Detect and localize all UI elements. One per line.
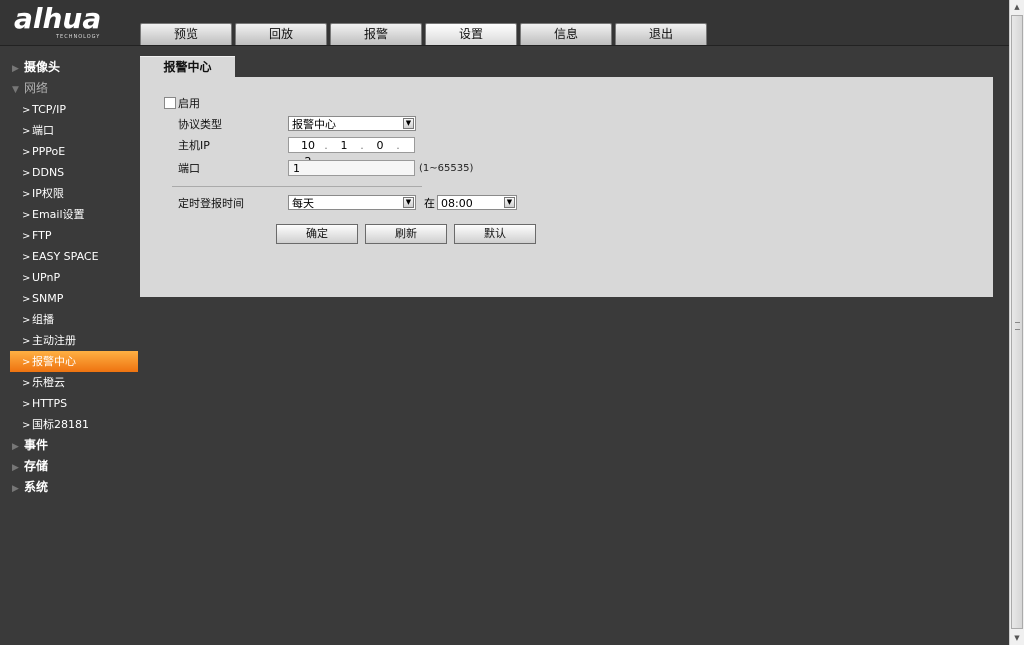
schedule-time-select[interactable]: 08:00 ▼ <box>437 195 517 210</box>
expand-arrow-icon: ▶ <box>12 442 19 452</box>
schedule-label: 定时登报时间 <box>178 197 244 210</box>
page: alhua TECHNOLOGY 预览 回放 报警 设置 信息 退出 ▶ 摄像头 … <box>0 0 1009 645</box>
alarm-center-panel: 启用 协议类型 报警中心 ▼ 主机IP 10.1.0.2 端口 1 (1~655… <box>140 77 993 297</box>
chevron-right-icon: > <box>22 168 31 179</box>
chevron-right-icon: > <box>22 336 31 347</box>
sidebar-item-ddns[interactable]: > DDNS <box>0 162 140 183</box>
sidebar-item-snmp[interactable]: > SNMP <box>0 288 140 309</box>
scroll-up-arrow-icon[interactable]: ▲ <box>1010 0 1024 14</box>
ok-button[interactable]: 确定 <box>276 224 358 244</box>
sidebar-item-alarm-center[interactable]: > 报警中心 <box>10 351 138 372</box>
sidebar-item-easy-space[interactable]: > EASY SPACE <box>0 246 140 267</box>
protocol-select[interactable]: 报警中心 ▼ <box>288 116 416 131</box>
schedule-row: 定时登报时间 每天 ▼ 在 08:00 ▼ <box>140 195 540 213</box>
schedule-day-select[interactable]: 每天 ▼ <box>288 195 416 210</box>
sidebar-group-event[interactable]: ▶ 事件 <box>0 435 140 456</box>
port-field[interactable]: 1 <box>288 160 415 176</box>
refresh-button[interactable]: 刷新 <box>365 224 447 244</box>
chevron-right-icon: > <box>22 147 31 158</box>
enable-row: 启用 <box>140 95 440 113</box>
sidebar-item-port[interactable]: > 端口 <box>0 120 140 141</box>
sidebar-item-ftp[interactable]: > FTP <box>0 225 140 246</box>
sidebar-item-upnp[interactable]: > UPnP <box>0 267 140 288</box>
grip-icon <box>1015 322 1020 330</box>
protocol-row: 协议类型 报警中心 ▼ <box>140 116 440 134</box>
main-tabs: 预览 回放 报警 设置 信息 退出 <box>140 23 710 46</box>
tab-preview[interactable]: 预览 <box>140 23 232 45</box>
port-row: 端口 1 (1~65535) <box>140 160 480 178</box>
tab-playback[interactable]: 回放 <box>235 23 327 45</box>
chevron-right-icon: > <box>22 315 31 326</box>
host-ip-field[interactable]: 10.1.0.2 <box>288 137 415 168</box>
chevron-right-icon: > <box>22 252 31 263</box>
expand-arrow-icon: ▶ <box>12 463 19 473</box>
host-ip-row: 主机IP 10.1.0.2 <box>140 137 440 168</box>
sidebar-item-tcpip[interactable]: > TCP/IP <box>0 99 140 120</box>
sidebar-item-gb28181[interactable]: > 国标28181 <box>0 414 140 435</box>
dropdown-arrow-icon: ▼ <box>403 197 414 208</box>
sidebar: ▶ 摄像头 ▼ 网络 > TCP/IP > 端口 > PPPoE > DDNS > IP权限 … <box>0 57 140 498</box>
chevron-right-icon: > <box>22 399 31 410</box>
content-tab-alarm-center[interactable]: 报警中心 <box>140 56 235 78</box>
sidebar-item-auto-register[interactable]: > 主动注册 <box>0 330 140 351</box>
expand-arrow-icon: ▶ <box>12 484 19 494</box>
chevron-right-icon: > <box>22 189 31 200</box>
sidebar-item-multicast[interactable]: > 组播 <box>0 309 140 330</box>
enable-label: 启用 <box>178 97 200 110</box>
header-divider <box>0 45 1009 46</box>
at-label: 在 <box>424 197 435 210</box>
sidebar-item-lechange-cloud[interactable]: > 乐橙云 <box>0 372 140 393</box>
expand-arrow-icon: ▶ <box>12 64 19 74</box>
chevron-right-icon: > <box>22 357 31 368</box>
chevron-right-icon: > <box>22 126 31 137</box>
enable-checkbox[interactable] <box>164 97 176 109</box>
dropdown-arrow-icon: ▼ <box>403 118 414 129</box>
tab-alarm[interactable]: 报警 <box>330 23 422 45</box>
vertical-scrollbar[interactable]: ▲ ▼ <box>1009 0 1024 645</box>
sidebar-item-email[interactable]: > Email设置 <box>0 204 140 225</box>
form-divider <box>172 186 422 187</box>
sidebar-item-pppoe[interactable]: > PPPoE <box>0 141 140 162</box>
dahua-logo: alhua TECHNOLOGY <box>14 2 102 41</box>
scroll-down-arrow-icon[interactable]: ▼ <box>1010 631 1024 645</box>
chevron-right-icon: > <box>22 294 31 305</box>
chevron-right-icon: > <box>22 273 31 284</box>
sidebar-group-camera[interactable]: ▶ 摄像头 <box>0 57 140 78</box>
port-range-hint: (1~65535) <box>419 163 474 174</box>
collapse-arrow-icon: ▼ <box>12 85 19 95</box>
sidebar-group-storage[interactable]: ▶ 存储 <box>0 456 140 477</box>
dropdown-arrow-icon: ▼ <box>504 197 515 208</box>
host-ip-label: 主机IP <box>178 139 210 152</box>
header: alhua TECHNOLOGY 预览 回放 报警 设置 信息 退出 <box>0 0 1009 46</box>
scrollbar-thumb[interactable] <box>1011 15 1023 629</box>
tab-settings[interactable]: 设置 <box>425 23 517 45</box>
tab-logout[interactable]: 退出 <box>615 23 707 45</box>
protocol-label: 协议类型 <box>178 118 222 131</box>
default-button[interactable]: 默认 <box>454 224 536 244</box>
chevron-right-icon: > <box>22 420 31 431</box>
port-label: 端口 <box>178 162 200 175</box>
sidebar-item-https[interactable]: > HTTPS <box>0 393 140 414</box>
tab-info[interactable]: 信息 <box>520 23 612 45</box>
chevron-right-icon: > <box>22 210 31 221</box>
sidebar-item-ip-permission[interactable]: > IP权限 <box>0 183 140 204</box>
chevron-right-icon: > <box>22 231 31 242</box>
sidebar-group-network[interactable]: ▼ 网络 <box>0 78 140 99</box>
chevron-right-icon: > <box>22 378 31 389</box>
chevron-right-icon: > <box>22 105 31 116</box>
sidebar-group-system[interactable]: ▶ 系统 <box>0 477 140 498</box>
